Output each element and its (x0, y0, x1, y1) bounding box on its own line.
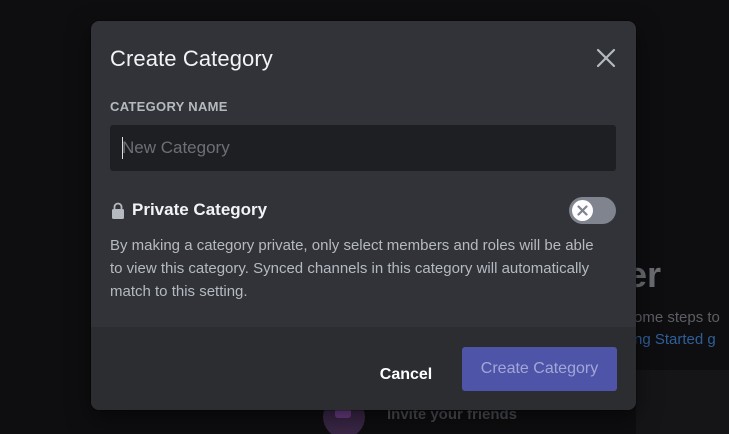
background-subtext: ome steps to (634, 309, 720, 326)
toggle-knob (572, 200, 593, 221)
category-name-label: CATEGORY NAME (110, 99, 228, 114)
create-category-button[interactable]: Create Category (462, 347, 617, 391)
private-category-toggle[interactable] (569, 197, 616, 224)
background-panel (636, 370, 729, 434)
cancel-button[interactable]: Cancel (361, 353, 451, 397)
create-category-modal: Create Category CATEGORY NAME Private Ca… (91, 21, 636, 410)
toggle-off-icon (577, 205, 588, 216)
private-category-label: Private Category (132, 200, 268, 219)
private-category-row: Private Category (110, 197, 617, 227)
background-link: ng Started g (634, 331, 716, 348)
category-name-input[interactable] (110, 125, 616, 171)
private-category-description: By making a category private, only selec… (110, 237, 594, 300)
close-icon (596, 48, 616, 68)
lock-icon (112, 202, 124, 219)
modal-footer: Cancel Create Category (91, 327, 636, 410)
modal-title: Create Category (110, 46, 273, 71)
close-button[interactable] (594, 46, 618, 70)
text-caret (122, 137, 123, 159)
